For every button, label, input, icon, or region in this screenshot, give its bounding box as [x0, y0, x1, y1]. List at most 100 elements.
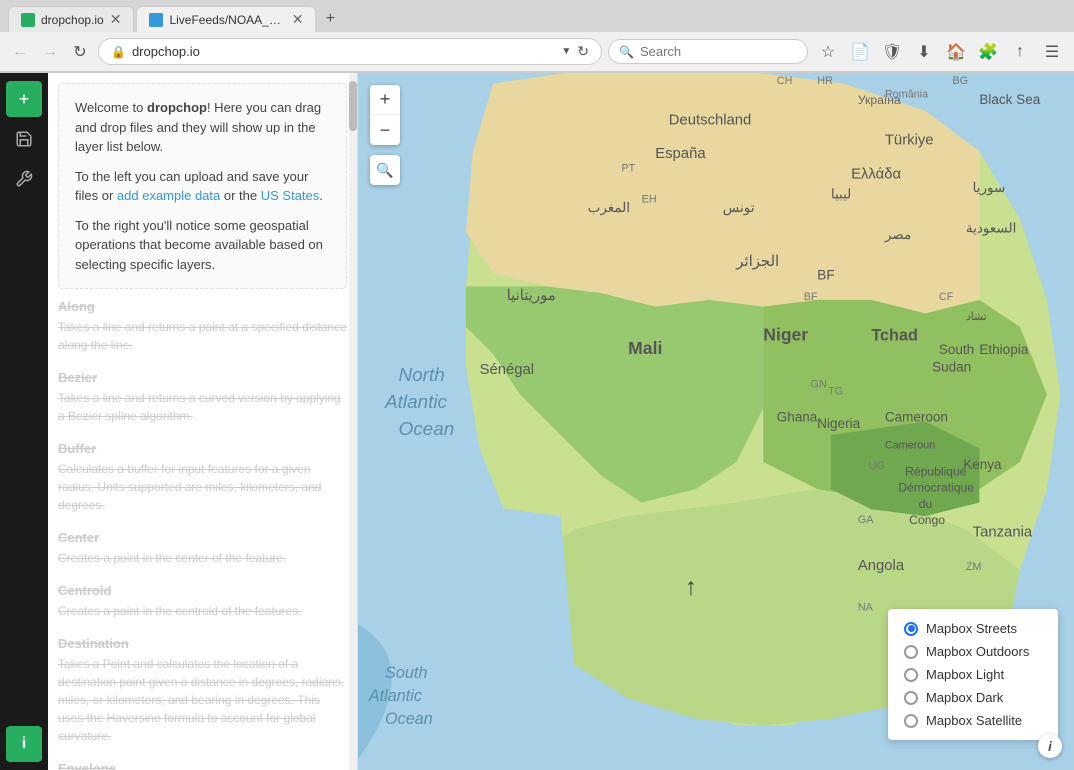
- operation-name: Buffer: [58, 441, 347, 456]
- tab-dropchop[interactable]: dropchop.io ✕: [8, 6, 134, 32]
- layer-option[interactable]: Mapbox Outdoors: [904, 644, 1042, 659]
- operation-name: Bezier: [58, 370, 347, 385]
- forward-button[interactable]: →: [38, 40, 62, 64]
- list-item[interactable]: DestinationTakes a Point and calculates …: [58, 636, 347, 745]
- layer-option[interactable]: Mapbox Satellite: [904, 713, 1042, 728]
- address-dropdown-icon: ▼: [561, 46, 571, 57]
- operation-desc: Creates a point in the center of the fea…: [58, 549, 347, 567]
- search-input[interactable]: [640, 44, 816, 59]
- add-example-link[interactable]: add example data: [117, 188, 220, 203]
- operation-name: Centroid: [58, 583, 347, 598]
- svg-text:PT: PT: [621, 163, 635, 175]
- save-button[interactable]: [6, 121, 42, 157]
- search-bar[interactable]: 🔍: [608, 39, 808, 64]
- radio-button[interactable]: [904, 691, 918, 705]
- download-icon[interactable]: ⬇: [910, 38, 938, 66]
- list-item[interactable]: Bezier Takes a line and returns a curved …: [58, 370, 347, 425]
- bookmark-icon[interactable]: ☆: [814, 38, 842, 66]
- svg-text:CF: CF: [939, 291, 954, 303]
- tab-livefeeds[interactable]: LiveFeeds/NOAA_storm_re... ✕: [136, 6, 316, 32]
- zoom-in-button[interactable]: +: [370, 85, 400, 115]
- svg-text:Atlantic: Atlantic: [384, 392, 448, 413]
- svg-text:România: România: [885, 88, 928, 100]
- list-item[interactable]: Buffer Calculates a buffer for input feat…: [58, 441, 347, 514]
- scrollbar-thumb[interactable]: [349, 81, 357, 131]
- add-layer-button[interactable]: +: [6, 81, 42, 117]
- radio-button[interactable]: [904, 714, 918, 728]
- tab-label-1: dropchop.io: [41, 13, 104, 27]
- layer-label: Mapbox Dark: [926, 690, 1003, 705]
- svg-text:Ghana: Ghana: [777, 410, 818, 425]
- radio-button[interactable]: [904, 622, 918, 636]
- svg-text:Démocratique: Démocratique: [898, 481, 974, 495]
- us-states-link[interactable]: US States: [261, 188, 320, 203]
- operation-desc: Takes a line and returns a point at a sp…: [58, 318, 347, 354]
- svg-text:Cameroun: Cameroun: [885, 440, 935, 452]
- operations-list[interactable]: AlongTakes a line and returns a point at…: [48, 299, 357, 770]
- svg-text:North: North: [399, 365, 445, 386]
- address-reload-icon[interactable]: ↻: [577, 43, 589, 60]
- radio-button[interactable]: [904, 668, 918, 682]
- svg-text:تونس: تونس: [723, 200, 755, 216]
- svg-text:مصر: مصر: [884, 227, 911, 243]
- zoom-out-button[interactable]: −: [370, 115, 400, 145]
- shield-icon[interactable]: 🛡: [878, 38, 906, 66]
- vertical-scrollbar[interactable]: [349, 73, 357, 770]
- layer-option[interactable]: Mapbox Light: [904, 667, 1042, 682]
- back-button[interactable]: ←: [8, 40, 32, 64]
- svg-text:España: España: [655, 146, 706, 162]
- svg-text:Atlantic: Atlantic: [368, 687, 422, 705]
- tools-button[interactable]: [6, 161, 42, 197]
- extensions-icon[interactable]: 🧩: [974, 38, 1002, 66]
- reload-button[interactable]: ↻: [68, 40, 92, 64]
- svg-text:South: South: [385, 664, 427, 682]
- layer-label: Mapbox Outdoors: [926, 644, 1029, 659]
- svg-text:Black Sea: Black Sea: [979, 92, 1040, 107]
- list-item[interactable]: CenterCreates a point in the center of t…: [58, 530, 347, 567]
- svg-text:TG: TG: [828, 385, 843, 397]
- svg-text:ZM: ZM: [966, 561, 982, 573]
- list-item[interactable]: AlongTakes a line and returns a point at…: [58, 299, 347, 354]
- svg-text:BG: BG: [952, 75, 968, 87]
- svg-text:Ελλάδα: Ελλάδα: [851, 166, 901, 182]
- list-item[interactable]: Centroid Creates a point in the centroid …: [58, 583, 347, 620]
- svg-text:Kenya: Kenya: [963, 457, 1002, 472]
- svg-text:Sudan: Sudan: [932, 360, 971, 375]
- svg-text:الجزائر: الجزائر: [735, 254, 779, 270]
- svg-text:du: du: [919, 497, 933, 511]
- nav-icons: ☆ 📄 🛡 ⬇ 🏠 🧩 ↑ ☰: [814, 38, 1066, 66]
- map-info-button[interactable]: i: [1038, 734, 1062, 758]
- layer-option[interactable]: Mapbox Dark: [904, 690, 1042, 705]
- svg-text:Deutschland: Deutschland: [669, 112, 752, 128]
- info-button[interactable]: i: [6, 726, 42, 762]
- svg-text:Mali: Mali: [628, 338, 662, 358]
- map-zoom-controls[interactable]: + −: [370, 85, 400, 145]
- brand-name: dropchop: [147, 100, 207, 115]
- svg-text:UG: UG: [869, 460, 885, 472]
- layer-option[interactable]: Mapbox Streets: [904, 621, 1042, 636]
- tab-close-1[interactable]: ✕: [110, 11, 122, 28]
- tab-favicon-2: [149, 13, 163, 27]
- home-icon[interactable]: 🏠: [942, 38, 970, 66]
- svg-text:Nigeria: Nigeria: [817, 416, 860, 431]
- svg-text:موريتانيا: موريتانيا: [507, 288, 556, 304]
- svg-text:Ocean: Ocean: [399, 419, 455, 440]
- svg-text:GA: GA: [858, 514, 874, 526]
- reader-icon[interactable]: 📄: [846, 38, 874, 66]
- operation-desc: Takes a line and returns a curved versio…: [58, 389, 347, 425]
- operation-desc: Creates a point in the centroid of the f…: [58, 602, 347, 620]
- layer-label: Mapbox Streets: [926, 621, 1017, 636]
- new-tab-button[interactable]: +: [318, 7, 342, 31]
- operation-desc: Calculates a buffer for input features f…: [58, 460, 347, 514]
- tab-favicon-1: [21, 13, 35, 27]
- address-bar[interactable]: 🔒 dropchop.io ▼ ↻: [98, 38, 602, 65]
- map-search-button[interactable]: 🔍: [370, 155, 400, 185]
- tab-close-2[interactable]: ✕: [292, 11, 304, 28]
- radio-button[interactable]: [904, 645, 918, 659]
- nav-bar: ← → ↻ 🔒 dropchop.io ▼ ↻ 🔍 ☆ 📄 🛡 ⬇ 🏠 🧩 ↑ …: [0, 32, 1074, 72]
- share-icon[interactable]: ↑: [1006, 38, 1034, 66]
- tab-bar: dropchop.io ✕ LiveFeeds/NOAA_storm_re...…: [0, 0, 1074, 32]
- svg-text:تشاد: تشاد: [966, 311, 987, 323]
- menu-icon[interactable]: ☰: [1038, 38, 1066, 66]
- layer-label: Mapbox Satellite: [926, 713, 1022, 728]
